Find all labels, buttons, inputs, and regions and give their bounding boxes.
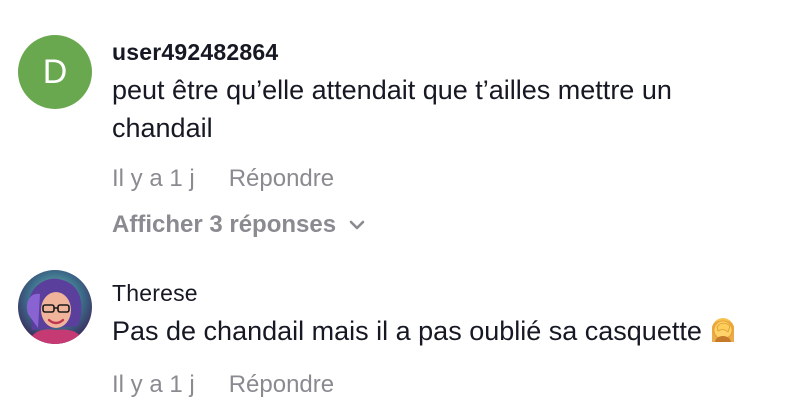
- profile-photo: [18, 270, 92, 344]
- reply-button[interactable]: Répondre: [229, 164, 334, 194]
- chevron-down-icon: [348, 219, 366, 231]
- view-replies-button[interactable]: Afficher 3 réponses: [112, 210, 794, 240]
- comment-username[interactable]: user492482864: [112, 37, 794, 67]
- comment-text: Pas de chandail mais il a pas oublié sa …: [112, 316, 702, 346]
- comment-text-line: Pas de chandail mais il a pas oublié sa …: [112, 312, 794, 356]
- avatar[interactable]: [18, 270, 92, 344]
- avatar-letter: D: [42, 52, 68, 91]
- view-replies-label: Afficher 3 réponses: [112, 211, 337, 238]
- reply-button[interactable]: Répondre: [229, 370, 334, 400]
- comment-username[interactable]: Therese: [112, 278, 794, 308]
- comment-text: peut être qu’elle attendait que t’ailles…: [112, 75, 672, 143]
- comment-timestamp: Il y a 1 j: [112, 165, 195, 192]
- comment-timestamp: Il y a 1 j: [112, 371, 195, 398]
- person-facepalming-emoji: [706, 312, 740, 356]
- avatar[interactable]: D: [18, 35, 92, 109]
